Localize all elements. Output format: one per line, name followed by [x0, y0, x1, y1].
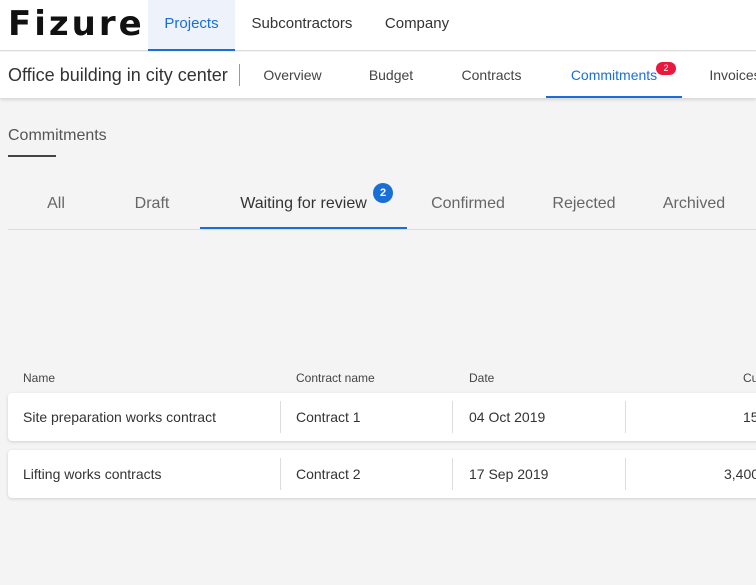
- cell-divider: [625, 401, 626, 433]
- row-amount: 3,400: [724, 466, 756, 482]
- tab-commitments[interactable]: Commitments: [546, 52, 682, 98]
- page-title-underline: [8, 155, 56, 157]
- project-title-divider: [239, 64, 240, 86]
- row-date: 04 Oct 2019: [469, 409, 546, 425]
- status-tab-draft[interactable]: Draft: [104, 180, 200, 229]
- top-nav-company[interactable]: Company: [372, 0, 462, 51]
- top-nav-projects[interactable]: Projects: [148, 0, 235, 51]
- status-tab-all[interactable]: All: [8, 180, 104, 229]
- status-tab-confirmed[interactable]: Confirmed: [407, 180, 529, 229]
- cell-divider: [625, 458, 626, 490]
- page-title: Commitments: [8, 127, 107, 144]
- top-nav-subcontractors[interactable]: Subcontractors: [240, 0, 364, 51]
- column-header-date[interactable]: Date: [469, 371, 494, 385]
- waiting-review-count-badge: 2: [373, 183, 393, 203]
- status-tab-archived[interactable]: Archived: [639, 180, 749, 229]
- top-nav-bar: Fizure Projects Subcontractors Company: [0, 0, 756, 51]
- row-date: 17 Sep 2019: [469, 466, 549, 482]
- status-tab-rejected[interactable]: Rejected: [529, 180, 639, 229]
- commitments-count-badge: 2: [656, 62, 676, 75]
- cell-divider: [452, 401, 453, 433]
- project-title: Office building in city center: [8, 65, 228, 85]
- row-contract-name: Contract 1: [296, 409, 361, 425]
- row-amount: 15: [743, 409, 756, 425]
- tab-budget[interactable]: Budget: [350, 52, 432, 98]
- row-contract-name: Contract 2: [296, 466, 361, 482]
- column-header-contract-name[interactable]: Contract name: [296, 371, 375, 385]
- column-header-amount[interactable]: Cu: [743, 371, 756, 385]
- row-name: Lifting works contracts: [23, 466, 162, 482]
- tab-invoices[interactable]: Invoices: [700, 52, 756, 98]
- column-header-name[interactable]: Name: [23, 371, 55, 385]
- cell-divider: [452, 458, 453, 490]
- tab-contracts[interactable]: Contracts: [448, 52, 535, 98]
- cell-divider: [280, 458, 281, 490]
- project-header: Office building in city center Overview …: [0, 52, 756, 98]
- tab-overview[interactable]: Overview: [250, 52, 335, 98]
- cell-divider: [280, 401, 281, 433]
- row-name: Site preparation works contract: [23, 409, 216, 425]
- logo: Fizure: [8, 4, 145, 44]
- table-row[interactable]: Site preparation works contract Contract…: [8, 393, 756, 441]
- table-row[interactable]: Lifting works contracts Contract 2 17 Se…: [8, 450, 756, 498]
